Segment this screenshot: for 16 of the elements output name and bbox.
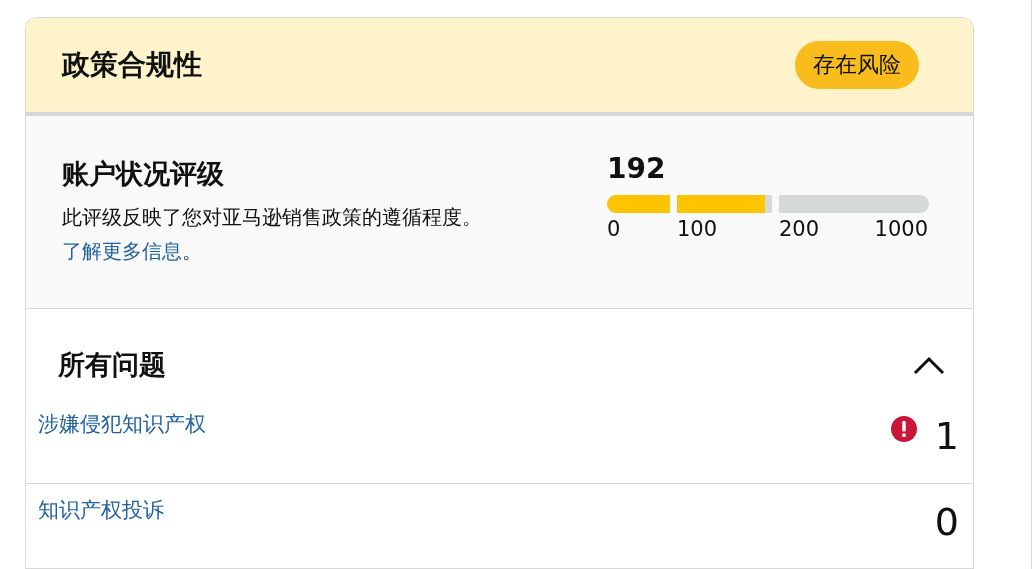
scale-tick: 0 [607, 217, 621, 242]
rating-score: 192 [607, 152, 667, 186]
learn-more-link[interactable]: 了解更多信息 [62, 239, 182, 264]
issue-link[interactable]: 知识产权投诉 [38, 495, 164, 568]
rating-description: 此评级反映了您对亚马逊销售政策的遵循程度。 了解更多信息。 [62, 204, 483, 266]
issue-link[interactable]: 涉嫌侵犯知识产权 [38, 410, 206, 483]
card-title: 政策合规性 [62, 47, 202, 84]
status-badge: 存在风险 [795, 41, 919, 90]
collapse-chevron-icon[interactable] [913, 354, 945, 375]
scale-tick: 200 [779, 217, 820, 242]
issues-title: 所有问题 [58, 347, 166, 382]
issue-count: 1 [934, 414, 959, 459]
rating-title: 账户状况评级 [62, 157, 225, 192]
scale-tick: 100 [677, 217, 718, 242]
issue-count: 0 [934, 499, 959, 544]
scale-tick: 1000 [874, 217, 928, 242]
